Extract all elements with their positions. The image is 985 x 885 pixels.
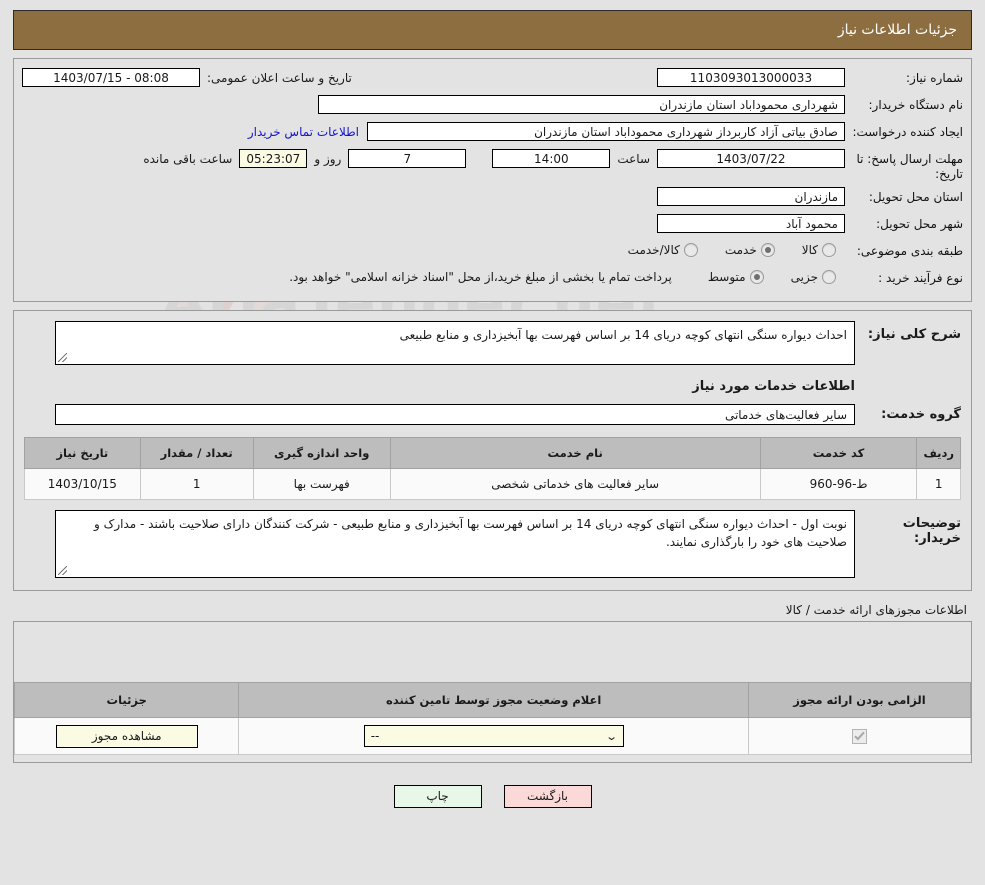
page-root: جزئیات اطلاعات نیاز شماره نیاز: 11030930…	[0, 10, 985, 808]
deadline-time-label: ساعت	[610, 149, 657, 170]
deadline-date-value: 1403/07/22	[657, 149, 845, 168]
category-radio-kala-khedmat[interactable]	[684, 243, 698, 257]
row-deadline: مهلت ارسال پاسخ: تا تاریخ: 1403/07/22 سا…	[22, 149, 963, 182]
process-radio-jozei-label: جزیی	[791, 270, 818, 284]
cell-permit-status: ⌄ --	[239, 718, 748, 755]
row-buyer-notes: توضیحات خریدار: نوبت اول - احداث دیواره …	[24, 510, 961, 578]
process-label: نوع فرآیند خرید :	[845, 268, 963, 286]
public-announce-value: 08:08 - 1403/07/15	[22, 68, 200, 87]
permit-status-value: --	[371, 729, 380, 743]
province-label: استان محل تحویل:	[845, 187, 963, 205]
col-unit: واحد اندازه گیری	[253, 438, 390, 469]
footer-actions: بازگشت چاپ	[0, 785, 985, 808]
payment-note: پرداخت تمام یا بخشی از مبلغ خرید،از محل …	[289, 270, 672, 284]
print-button[interactable]: چاپ	[394, 785, 482, 808]
process-radio-group: جزیی متوسط پرداخت تمام یا بخشی از مبلغ خ…	[289, 268, 845, 284]
permits-table: الزامی بودن ارائه مجوز اعلام وضعیت مجوز …	[14, 682, 971, 755]
creator-label: ایجاد کننده درخواست:	[845, 122, 963, 140]
table-row: 1 ط-96-960 سایر فعالیت های خدماتی شخصی ف…	[25, 469, 961, 500]
need-description-label: شرح کلی نیاز:	[855, 321, 961, 342]
process-radio-jozei[interactable]	[822, 270, 836, 284]
public-announce-label: تاریخ و ساعت اعلان عمومی:	[200, 68, 359, 89]
cell-service-name: سایر فعالیت های خدماتی شخصی	[390, 469, 760, 500]
service-group-label: گروه خدمت:	[855, 407, 961, 422]
col-permit-status: اعلام وضعیت مجوز توسط تامین کننده	[239, 683, 748, 718]
deadline-time-value: 14:00	[492, 149, 610, 168]
col-row-no: ردیف	[917, 438, 961, 469]
permit-required-checkbox	[852, 729, 867, 744]
need-description-panel: شرح کلی نیاز: احداث دیواره سنگی انتهای ک…	[13, 310, 972, 591]
buyer-notes-label: توضیحات خریدار:	[855, 510, 961, 546]
city-value: محمود آباد	[657, 214, 845, 233]
category-radio-kala[interactable]	[822, 243, 836, 257]
table-row: ⌄ -- مشاهده مجوز	[15, 718, 971, 755]
row-province: استان محل تحویل: مازندران	[22, 187, 963, 209]
category-radio-khedmat[interactable]	[761, 243, 775, 257]
row-need-number: شماره نیاز: 1103093013000033 تاریخ و ساع…	[22, 68, 963, 90]
buyer-contact-link[interactable]: اطلاعات تماس خریدار	[240, 122, 367, 143]
category-radio-group: کالا خدمت کالا/خدمت	[610, 241, 845, 257]
service-group-value: سایر فعالیت‌های خدماتی	[55, 404, 855, 425]
province-value: مازندران	[657, 187, 845, 206]
row-need-description: شرح کلی نیاز: احداث دیواره سنگی انتهای ک…	[24, 321, 961, 365]
category-radio-khedmat-label: خدمت	[725, 243, 757, 257]
col-service-code: کد خدمت	[760, 438, 917, 469]
need-number-value: 1103093013000033	[657, 68, 845, 87]
col-quantity: تعداد / مقدار	[140, 438, 253, 469]
back-button[interactable]: بازگشت	[504, 785, 592, 808]
permits-caption: اطلاعات مجوزهای ارائه خدمت / کالا	[0, 603, 967, 617]
permits-table-header-row: الزامی بودن ارائه مجوز اعلام وضعیت مجوز …	[15, 683, 971, 718]
deadline-label: مهلت ارسال پاسخ: تا تاریخ:	[845, 149, 963, 182]
row-service-group: گروه خدمت: سایر فعالیت‌های خدماتی	[24, 404, 961, 425]
services-table-wrap: ردیف کد خدمت نام خدمت واحد اندازه گیری ت…	[24, 437, 961, 510]
cell-permit-details: مشاهده مجوز	[15, 718, 239, 755]
row-creator: ایجاد کننده درخواست: صادق بیاتی آزاد کار…	[22, 122, 963, 144]
process-radio-motavaset[interactable]	[750, 270, 764, 284]
remaining-days-label: روز و	[307, 149, 348, 170]
permit-status-select[interactable]: ⌄ --	[364, 725, 624, 747]
creator-value: صادق بیاتی آزاد کاربرداز شهرداری محموداب…	[367, 122, 845, 141]
need-info-panel: شماره نیاز: 1103093013000033 تاریخ و ساع…	[13, 58, 972, 302]
services-section-title: اطلاعات خدمات مورد نیاز	[24, 379, 855, 394]
need-description-textarea[interactable]: احداث دیواره سنگی انتهای کوچه دریای 14 ب…	[55, 321, 855, 365]
col-need-date: تاریخ نیاز	[25, 438, 141, 469]
buyer-org-value: شهرداری محموداباد استان مازندران	[318, 95, 845, 114]
permits-panel: الزامی بودن ارائه مجوز اعلام وضعیت مجوز …	[13, 621, 972, 763]
col-permit-required: الزامی بودن ارائه مجوز	[748, 683, 970, 718]
permits-table-wrap: الزامی بودن ارائه مجوز اعلام وضعیت مجوز …	[14, 682, 971, 755]
col-permit-details: جزئیات	[15, 683, 239, 718]
services-table: ردیف کد خدمت نام خدمت واحد اندازه گیری ت…	[24, 437, 961, 500]
row-process: نوع فرآیند خرید : جزیی متوسط پرداخت تمام…	[22, 268, 963, 290]
cell-service-code: ط-96-960	[760, 469, 917, 500]
cell-quantity: 1	[140, 469, 253, 500]
remaining-clock-label: ساعت باقی مانده	[136, 149, 239, 170]
cell-row-no: 1	[917, 469, 961, 500]
services-table-header-row: ردیف کد خدمت نام خدمت واحد اندازه گیری ت…	[25, 438, 961, 469]
row-buyer-org: نام دستگاه خریدار: شهرداری محموداباد است…	[22, 95, 963, 117]
cell-unit: فهرست بها	[253, 469, 390, 500]
row-city: شهر محل تحویل: محمود آباد	[22, 214, 963, 236]
cell-permit-required	[748, 718, 970, 755]
buyer-org-label: نام دستگاه خریدار:	[845, 95, 963, 113]
category-label: طبقه بندی موضوعی:	[845, 241, 963, 259]
remaining-days-value: 7	[348, 149, 466, 168]
row-category: طبقه بندی موضوعی: کالا خدمت کالا/خدمت	[22, 241, 963, 263]
city-label: شهر محل تحویل:	[845, 214, 963, 232]
chevron-down-icon: ⌄	[606, 730, 619, 743]
category-radio-kala-label: کالا	[802, 243, 818, 257]
process-radio-motavaset-label: متوسط	[708, 270, 746, 284]
need-number-label: شماره نیاز:	[845, 68, 963, 86]
view-permit-button[interactable]: مشاهده مجوز	[56, 725, 198, 748]
col-service-name: نام خدمت	[390, 438, 760, 469]
buyer-notes-textarea[interactable]: نوبت اول - احداث دیواره سنگی انتهای کوچه…	[55, 510, 855, 578]
page-title: جزئیات اطلاعات نیاز	[838, 22, 957, 38]
category-radio-kala-khedmat-label: کالا/خدمت	[628, 243, 680, 257]
cell-need-date: 1403/10/15	[25, 469, 141, 500]
page-title-bar: جزئیات اطلاعات نیاز	[13, 10, 972, 50]
remaining-clock-value: 05:23:07	[239, 149, 307, 168]
